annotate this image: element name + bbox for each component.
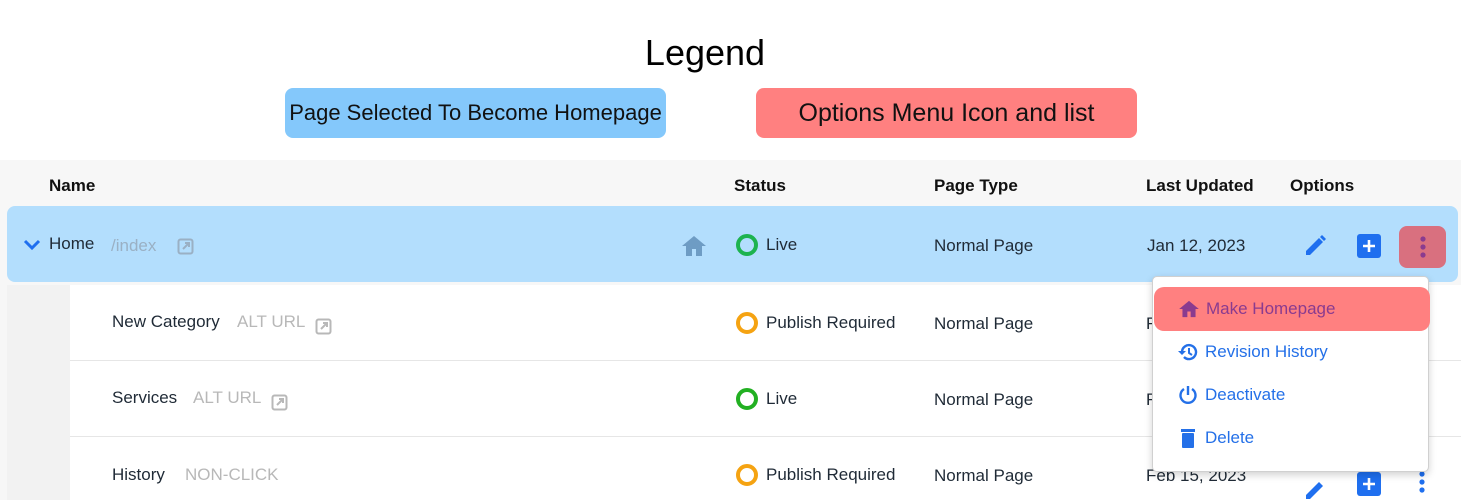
add-child-page-button[interactable] bbox=[1357, 234, 1381, 258]
menu-item-make-homepage[interactable]: Make Homepage bbox=[1154, 287, 1430, 331]
status-live-icon bbox=[736, 388, 758, 410]
power-icon bbox=[1179, 386, 1197, 404]
status-badge: Live bbox=[736, 234, 797, 256]
status-label: Live bbox=[766, 235, 798, 254]
page-name[interactable]: History bbox=[112, 465, 165, 485]
status-label: Publish Required bbox=[766, 465, 896, 484]
external-link-icon[interactable] bbox=[271, 394, 288, 416]
edit-pencil-icon[interactable] bbox=[1303, 234, 1327, 263]
external-link-icon[interactable] bbox=[177, 238, 194, 260]
legend-selected-homepage-label: Page Selected To Become Homepage bbox=[289, 100, 662, 125]
external-link-icon[interactable] bbox=[315, 318, 332, 340]
menu-item-revision-history[interactable]: Revision History bbox=[1153, 330, 1430, 374]
page-type: Normal Page bbox=[934, 390, 1034, 409]
page-type: Normal Page bbox=[934, 314, 1034, 333]
status-badge: Publish Required bbox=[736, 464, 895, 486]
plus-icon bbox=[1363, 240, 1375, 252]
kebab-menu-icon[interactable] bbox=[1418, 470, 1426, 499]
status-badge: Publish Required bbox=[736, 312, 895, 334]
column-header-page-type[interactable]: Page Type bbox=[934, 176, 1018, 196]
chevron-down-icon[interactable] bbox=[23, 238, 41, 256]
legend-title: Legend bbox=[644, 32, 766, 73]
status-badge: Live bbox=[736, 388, 797, 410]
page-type: Normal Page bbox=[934, 466, 1034, 485]
status-label: Live bbox=[766, 389, 798, 408]
history-icon bbox=[1178, 343, 1198, 361]
page-url: ALT URL bbox=[193, 388, 262, 407]
plus-icon bbox=[1363, 478, 1375, 490]
legend-selected-homepage: Page Selected To Become Homepage bbox=[285, 88, 666, 138]
table-row-home[interactable]: Home /index Live Normal Page Jan 12, 202… bbox=[7, 206, 1458, 282]
legend-options-menu: Options Menu Icon and list bbox=[756, 88, 1137, 138]
add-child-page-button[interactable] bbox=[1357, 472, 1381, 496]
page-url: /index bbox=[111, 236, 157, 255]
kebab-menu-icon bbox=[1419, 236, 1426, 258]
column-header-options: Options bbox=[1290, 176, 1355, 195]
status-label: Publish Required bbox=[766, 313, 896, 332]
menu-item-deactivate[interactable]: Deactivate bbox=[1153, 373, 1430, 417]
page-name[interactable]: Services bbox=[112, 388, 177, 408]
menu-item-label: Deactivate bbox=[1205, 385, 1286, 404]
status-publish-required-icon bbox=[736, 464, 758, 486]
last-updated: Jan 12, 2023 bbox=[1147, 236, 1246, 255]
trash-icon bbox=[1181, 429, 1195, 448]
menu-item-label: Delete bbox=[1205, 428, 1255, 447]
options-menu-button[interactable] bbox=[1399, 226, 1446, 268]
home-icon bbox=[1179, 300, 1199, 318]
page-name[interactable]: Home bbox=[49, 234, 94, 254]
status-live-icon bbox=[736, 234, 758, 256]
column-header-status[interactable]: Status bbox=[734, 176, 786, 196]
table-header: Name Status Page Type Last Updated Optio… bbox=[0, 160, 1461, 208]
legend-options-menu-label: Options Menu Icon and list bbox=[798, 98, 1095, 127]
menu-item-label: Revision History bbox=[1205, 342, 1328, 361]
home-icon bbox=[681, 235, 707, 262]
status-publish-required-icon bbox=[736, 312, 758, 334]
menu-item-delete[interactable]: Delete bbox=[1153, 416, 1430, 460]
column-header-name[interactable]: Name bbox=[49, 176, 95, 196]
column-header-last-updated[interactable]: Last Updated bbox=[1146, 176, 1254, 196]
menu-item-label: Make Homepage bbox=[1206, 299, 1336, 318]
page-name[interactable]: New Category bbox=[112, 312, 220, 332]
page-url: NON-CLICK bbox=[185, 465, 279, 484]
page-url: ALT URL bbox=[237, 312, 306, 331]
edit-pencil-icon[interactable] bbox=[1303, 478, 1327, 500]
page-type: Normal Page bbox=[934, 236, 1034, 255]
tree-indent bbox=[7, 285, 70, 500]
options-dropdown-menu: Make Homepage Revision History Deactivat… bbox=[1152, 276, 1430, 472]
